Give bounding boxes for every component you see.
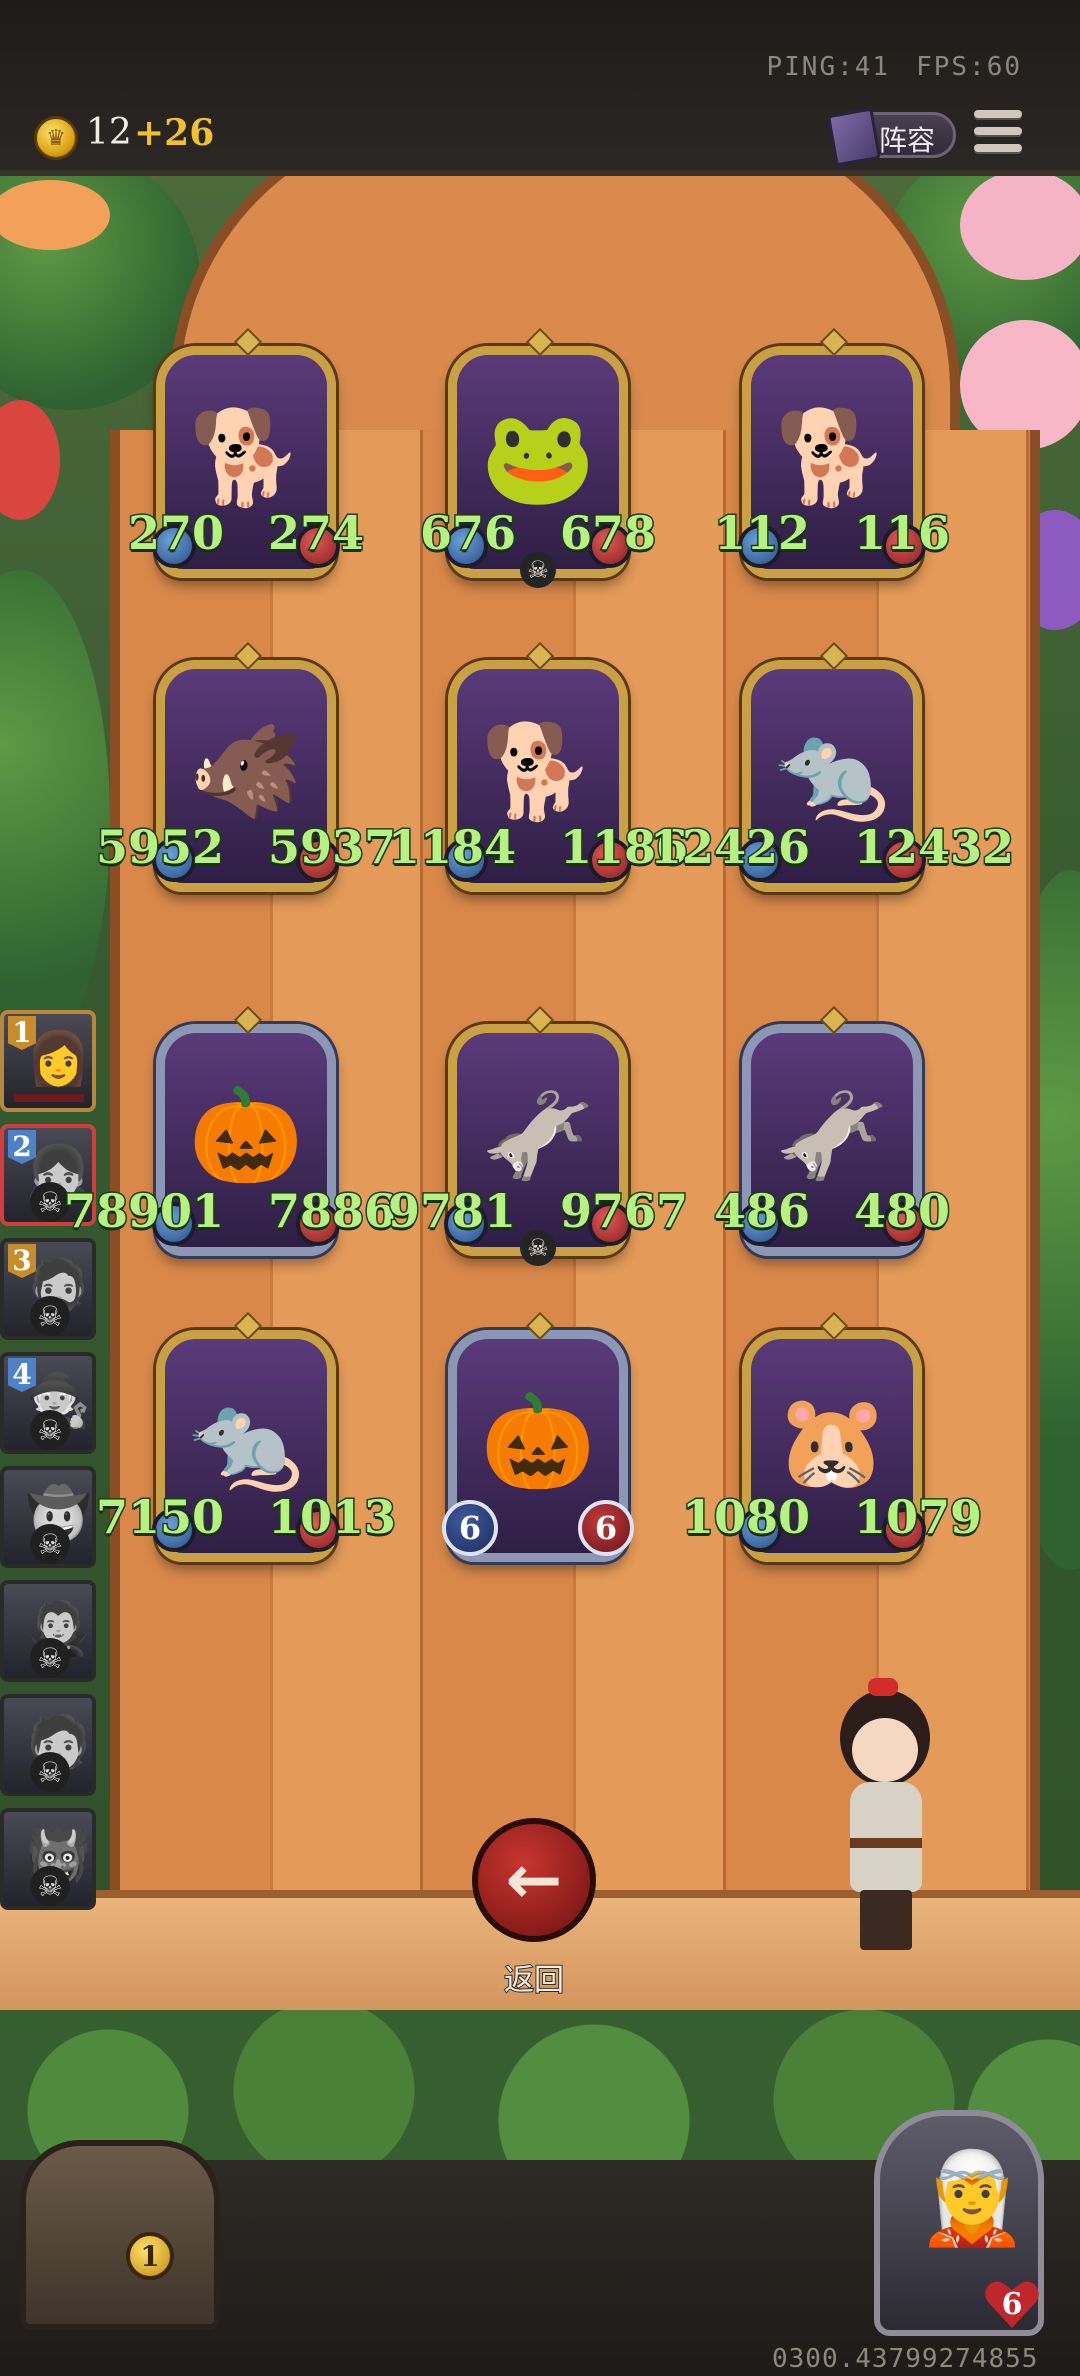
red-flower bbox=[0, 400, 60, 520]
unit-card[interactable]: 🐗 5952 5937 bbox=[94, 641, 398, 900]
pink-rose bbox=[960, 170, 1080, 280]
shopkeeper-girl bbox=[820, 1678, 950, 1960]
attack-value: 270 bbox=[126, 505, 225, 562]
health-value: 5937 bbox=[266, 819, 397, 876]
opponent-slot[interactable]: 🧙 4 ☠ bbox=[0, 1352, 96, 1454]
opponent-slot[interactable]: 🧔 3 ☠ bbox=[0, 1238, 96, 1340]
attack-value: 5952 bbox=[94, 819, 225, 876]
opponent-slot[interactable]: 👩 1 bbox=[0, 1010, 96, 1112]
skull-icon: ☠ bbox=[30, 1524, 70, 1564]
skull-icon: ☠ bbox=[30, 1296, 70, 1336]
skull-icon: ☠ bbox=[30, 1866, 70, 1906]
unit-card[interactable]: 🐕 112 116 bbox=[712, 327, 952, 586]
treasure-chest[interactable] bbox=[20, 2140, 220, 2330]
menu-icon[interactable] bbox=[974, 110, 1022, 160]
unit-card[interactable]: 🐕 270 274 bbox=[126, 327, 366, 586]
opponent-list: 👩 1 👧 2 ☠ 🧔 3 ☠ 🧙 4 ☠ 🤠 ☠ 🧛 ☠ 🧑 ☠ 👹 ☠ bbox=[0, 1010, 106, 1922]
attack-value: 486 bbox=[712, 1183, 811, 1240]
return-label: 返回 bbox=[503, 1962, 565, 1999]
unit-card[interactable]: 🎃 78901 7886 bbox=[62, 1005, 398, 1264]
lineup-book-icon bbox=[826, 107, 882, 167]
chest-count: 1 bbox=[126, 2232, 174, 2280]
rank-badge: 2 bbox=[8, 1130, 36, 1164]
health-value: 116 bbox=[852, 505, 951, 562]
skull-icon: ☠ bbox=[30, 1410, 70, 1450]
attack-value: 676 bbox=[418, 505, 517, 562]
gold-count: 12 bbox=[86, 112, 132, 153]
skull-icon: ☠ bbox=[520, 552, 556, 588]
unit-card[interactable]: 🐸 676 678 ☠ bbox=[418, 327, 658, 588]
health-value: 274 bbox=[266, 505, 365, 562]
lineup-button[interactable]: 阵容 bbox=[826, 107, 956, 167]
rank-badge: 1 bbox=[8, 1016, 36, 1050]
unit-card[interactable]: 🐹 1080 1079 bbox=[680, 1311, 984, 1570]
gold-coin-icon: ♛ bbox=[34, 116, 78, 160]
health-value: 7886 bbox=[266, 1183, 397, 1240]
rank-badge: 3 bbox=[8, 1244, 36, 1278]
attack-value: 7150 bbox=[94, 1489, 225, 1546]
opponent-slot[interactable]: 🧑 ☠ bbox=[0, 1694, 96, 1796]
health-value: 6 bbox=[578, 1500, 634, 1556]
opponent-slot[interactable]: 👹 ☠ bbox=[0, 1808, 96, 1910]
unit-card[interactable]: 🐀 7150 1013 bbox=[94, 1311, 398, 1570]
attack-value: 1184 bbox=[386, 819, 517, 876]
foliage-left bbox=[0, 570, 110, 1070]
skull-icon: ☠ bbox=[30, 1638, 70, 1678]
attack-value: 6 bbox=[442, 1500, 498, 1556]
unit-card[interactable]: 🐀 12426 12432 bbox=[648, 641, 1016, 900]
health-value: 1013 bbox=[266, 1489, 397, 1546]
network-stats: PING:41 FPS:60 bbox=[741, 52, 1023, 82]
ping-readout: PING:41 bbox=[766, 52, 891, 82]
return-button[interactable]: ← bbox=[472, 1818, 596, 1942]
health-value: 9767 bbox=[558, 1183, 689, 1240]
health-value: 480 bbox=[852, 1183, 951, 1240]
opponent-health-bar bbox=[14, 1094, 84, 1102]
pumpkin-scarecrow-icon: 🎃 bbox=[480, 1388, 596, 1495]
skull-icon: ☠ bbox=[30, 1752, 70, 1792]
health-value: 678 bbox=[558, 505, 657, 562]
health-value: 12432 bbox=[852, 819, 1015, 876]
top-bar: PING:41 FPS:60 ♛ 12 +26 阵容 bbox=[0, 0, 1080, 176]
unit-card[interactable]: 🫏 9781 9767 ☠ bbox=[386, 1005, 690, 1266]
unit-card[interactable]: 🐕 1184 1186 bbox=[386, 641, 690, 900]
health-value: 1079 bbox=[852, 1489, 983, 1546]
fps-readout: FPS:60 bbox=[916, 52, 1022, 82]
opponent-slot[interactable]: 🤠 ☠ bbox=[0, 1466, 96, 1568]
gold-income: +26 bbox=[134, 112, 215, 154]
attack-value: 78901 bbox=[62, 1183, 225, 1240]
unit-card[interactable]: 🫏 486 480 bbox=[712, 1005, 952, 1264]
attack-value: 112 bbox=[712, 505, 811, 562]
opponent-slot[interactable]: 🧛 ☠ bbox=[0, 1580, 96, 1682]
attack-value: 1080 bbox=[680, 1489, 811, 1546]
attack-value: 12426 bbox=[648, 819, 811, 876]
hero-avatar: 🧝 bbox=[916, 2146, 1029, 2251]
version-code: 0300.43799274855 bbox=[772, 2344, 1039, 2374]
arrow-left-icon: ← bbox=[505, 1840, 563, 1920]
skull-icon: ☠ bbox=[520, 1230, 556, 1266]
lineup-label: 阵容 bbox=[879, 124, 936, 157]
unit-card[interactable]: 🎃 6 6 bbox=[442, 1311, 634, 1570]
rank-badge: 4 bbox=[8, 1358, 36, 1392]
attack-value: 9781 bbox=[386, 1183, 517, 1240]
